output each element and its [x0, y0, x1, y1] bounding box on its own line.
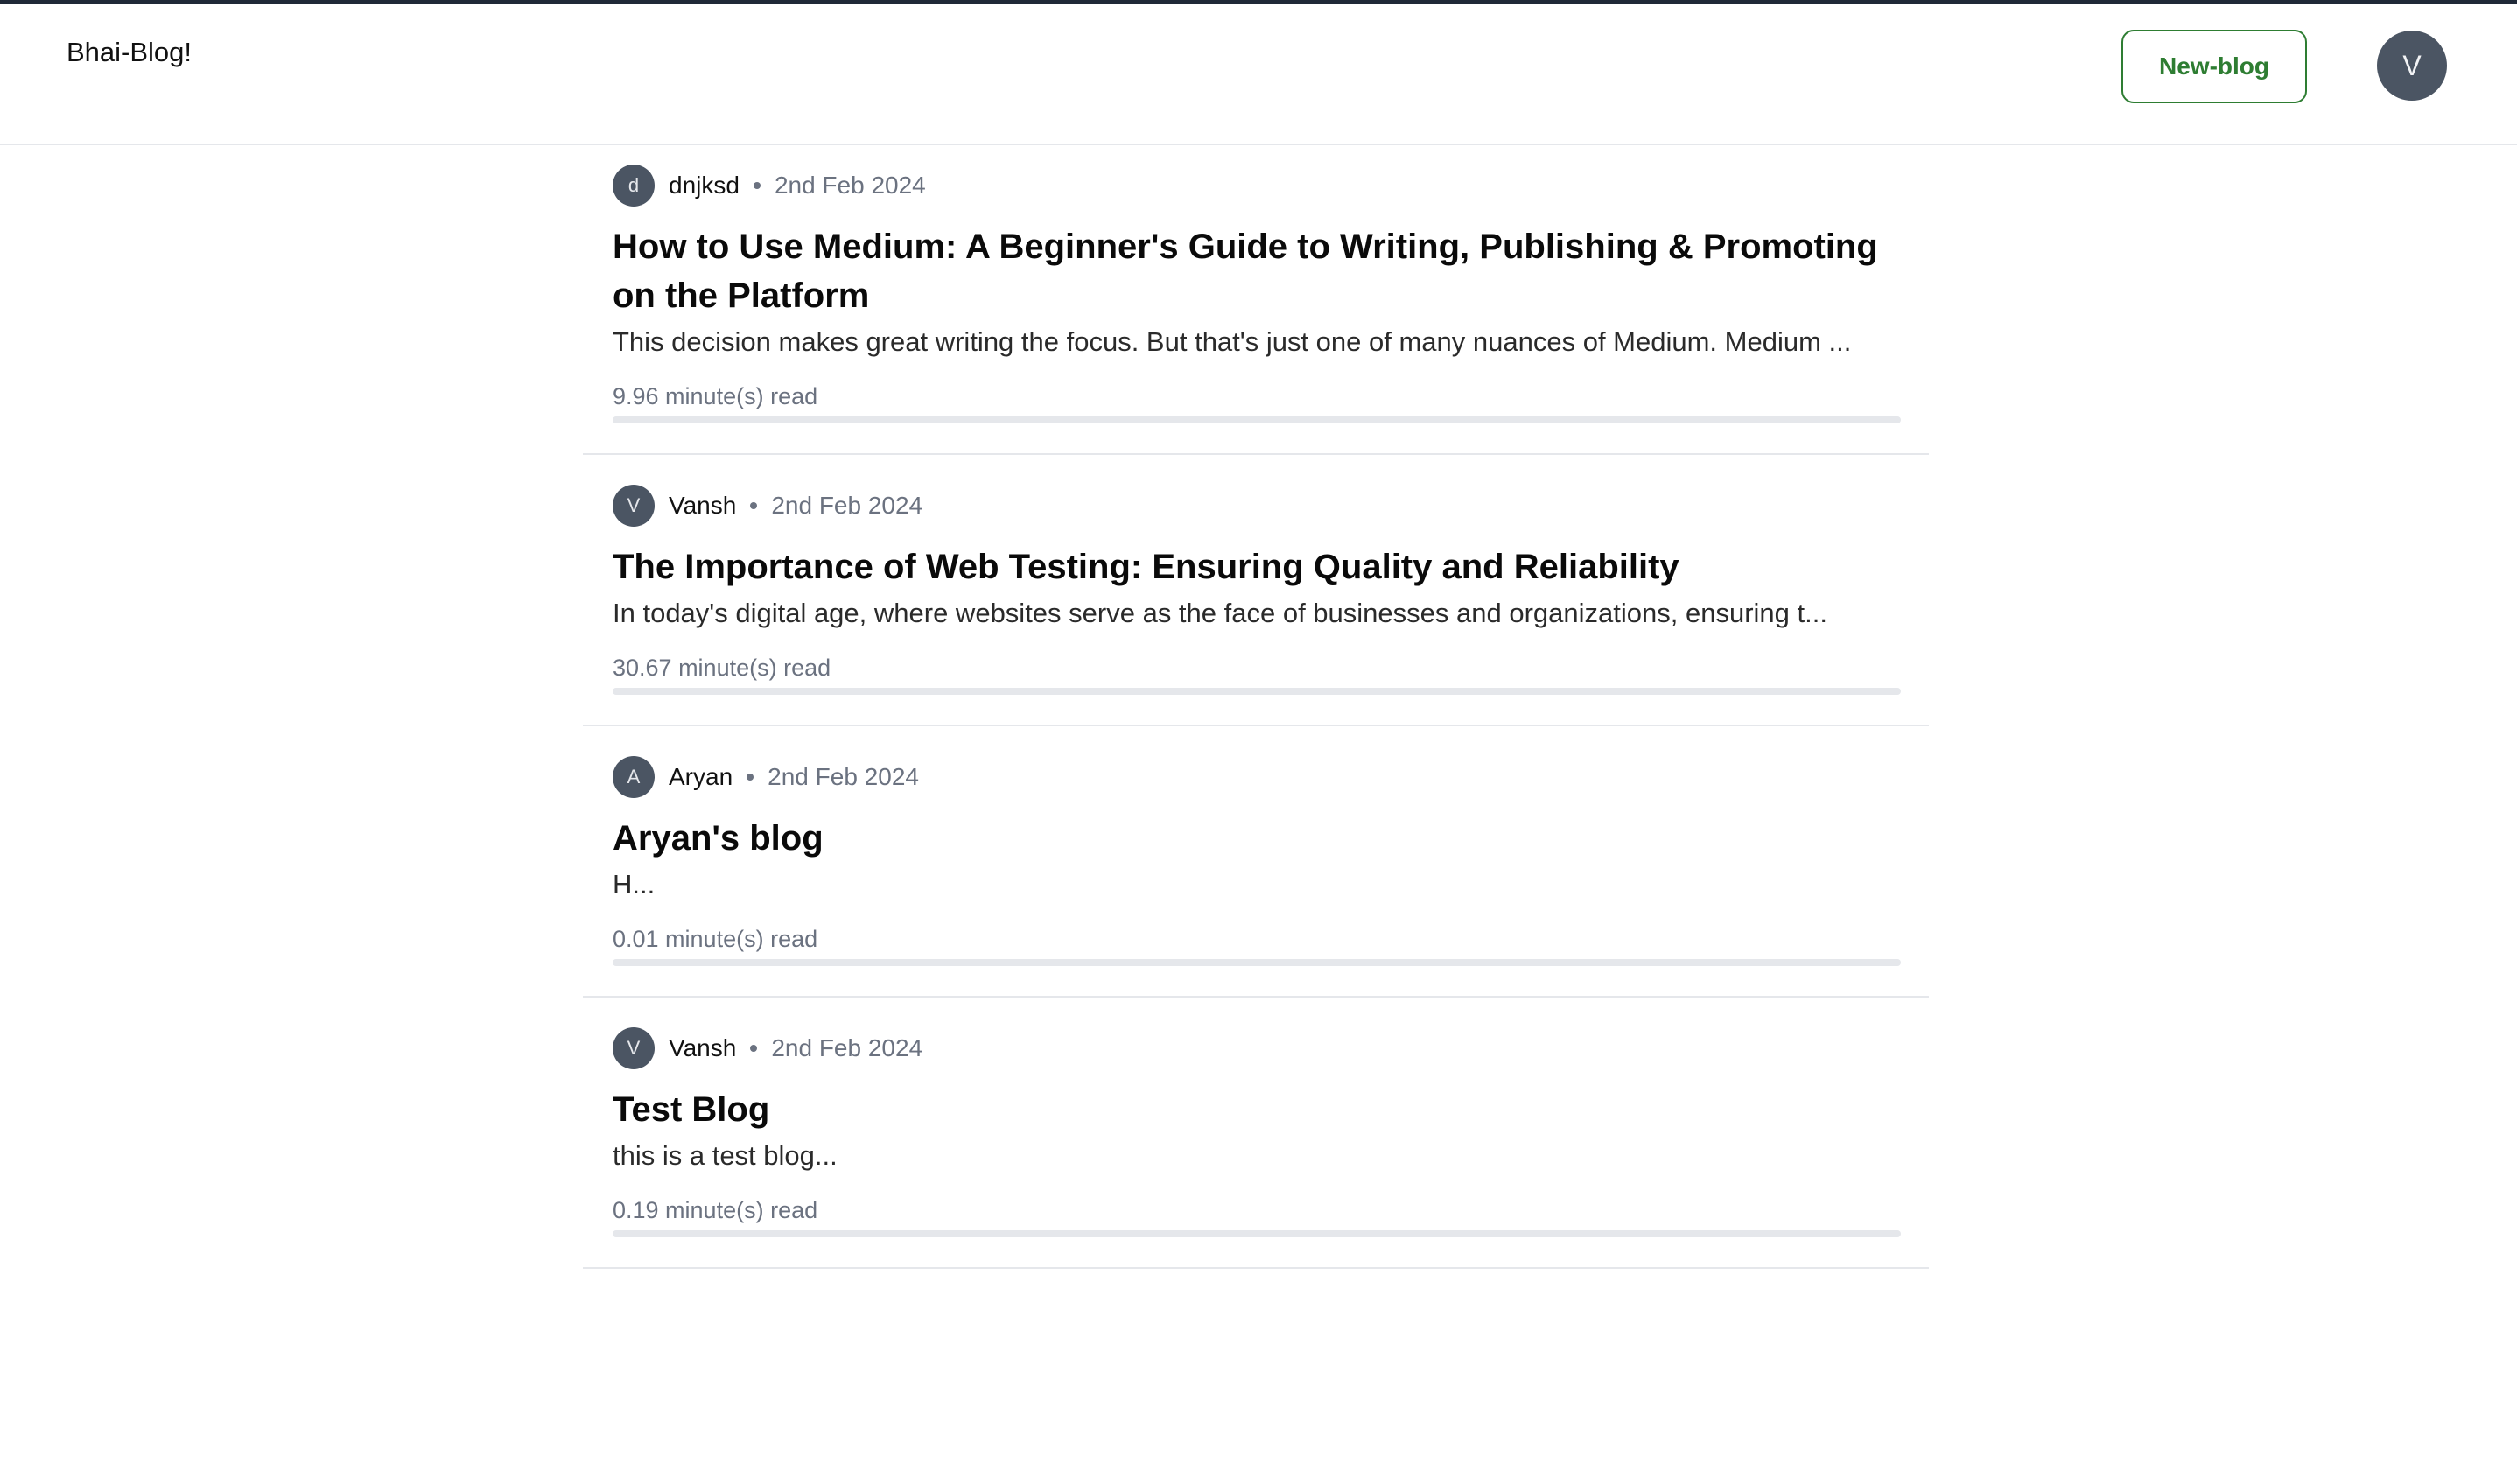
post-excerpt: H...	[613, 869, 656, 900]
post-excerpt: This decision makes great writing the fo…	[613, 326, 1852, 357]
post-title[interactable]: Test Blog	[613, 1085, 1901, 1134]
post-date: 2nd Feb 2024	[768, 763, 919, 790]
separator-dot-icon	[747, 774, 754, 780]
post-excerpt: In today's digital age, where websites s…	[613, 598, 1827, 628]
read-time: 30.67 minute(s) read	[613, 654, 831, 681]
post-date: 2nd Feb 2024	[774, 172, 926, 199]
read-time-bar	[613, 416, 1901, 424]
brand-logo-text[interactable]: Bhai-Blog!	[67, 32, 192, 74]
author-name: Vansh	[669, 1034, 737, 1061]
author-avatar: V	[613, 1027, 655, 1069]
read-time-bar	[613, 688, 1901, 695]
app-bar: Bhai-Blog! New-blog V	[0, 4, 2517, 145]
post-meta: V Vansh 2nd Feb 2024	[613, 1027, 1901, 1069]
read-time-bar	[613, 959, 1901, 966]
author-name: dnjksd	[669, 172, 740, 199]
user-avatar[interactable]: V	[2377, 31, 2447, 101]
post-excerpt: this is a test blog...	[613, 1140, 838, 1171]
author-avatar: A	[613, 756, 655, 798]
author-name: Aryan	[669, 763, 733, 790]
new-blog-button[interactable]: New-blog	[2121, 30, 2307, 103]
separator-dot-icon	[753, 182, 761, 189]
post-date: 2nd Feb 2024	[771, 1034, 923, 1061]
blog-card[interactable]: V Vansh 2nd Feb 2024 Test Blog this is a…	[583, 998, 1929, 1269]
read-time: 0.19 minute(s) read	[613, 1197, 818, 1223]
author-avatar: V	[613, 485, 655, 527]
post-meta: d dnjksd 2nd Feb 2024	[613, 164, 1901, 206]
blog-feed: d dnjksd 2nd Feb 2024 How to Use Medium:…	[583, 145, 1929, 1269]
author-avatar: d	[613, 164, 655, 206]
post-meta: V Vansh 2nd Feb 2024	[613, 485, 1901, 527]
post-title[interactable]: How to Use Medium: A Beginner's Guide to…	[613, 222, 1901, 320]
blog-card[interactable]: A Aryan 2nd Feb 2024 Aryan's blog H... 0…	[583, 726, 1929, 998]
read-time: 9.96 minute(s) read	[613, 383, 818, 410]
author-name: Vansh	[669, 492, 737, 519]
read-time-bar	[613, 1230, 1901, 1237]
read-time: 0.01 minute(s) read	[613, 926, 818, 952]
post-meta: A Aryan 2nd Feb 2024	[613, 756, 1901, 798]
post-title[interactable]: Aryan's blog	[613, 814, 1901, 863]
separator-dot-icon	[750, 502, 758, 509]
blog-card[interactable]: d dnjksd 2nd Feb 2024 How to Use Medium:…	[583, 145, 1929, 455]
post-title[interactable]: The Importance of Web Testing: Ensuring …	[613, 542, 1901, 592]
separator-dot-icon	[750, 1045, 758, 1052]
post-date: 2nd Feb 2024	[771, 492, 923, 519]
blog-card[interactable]: V Vansh 2nd Feb 2024 The Importance of W…	[583, 455, 1929, 726]
